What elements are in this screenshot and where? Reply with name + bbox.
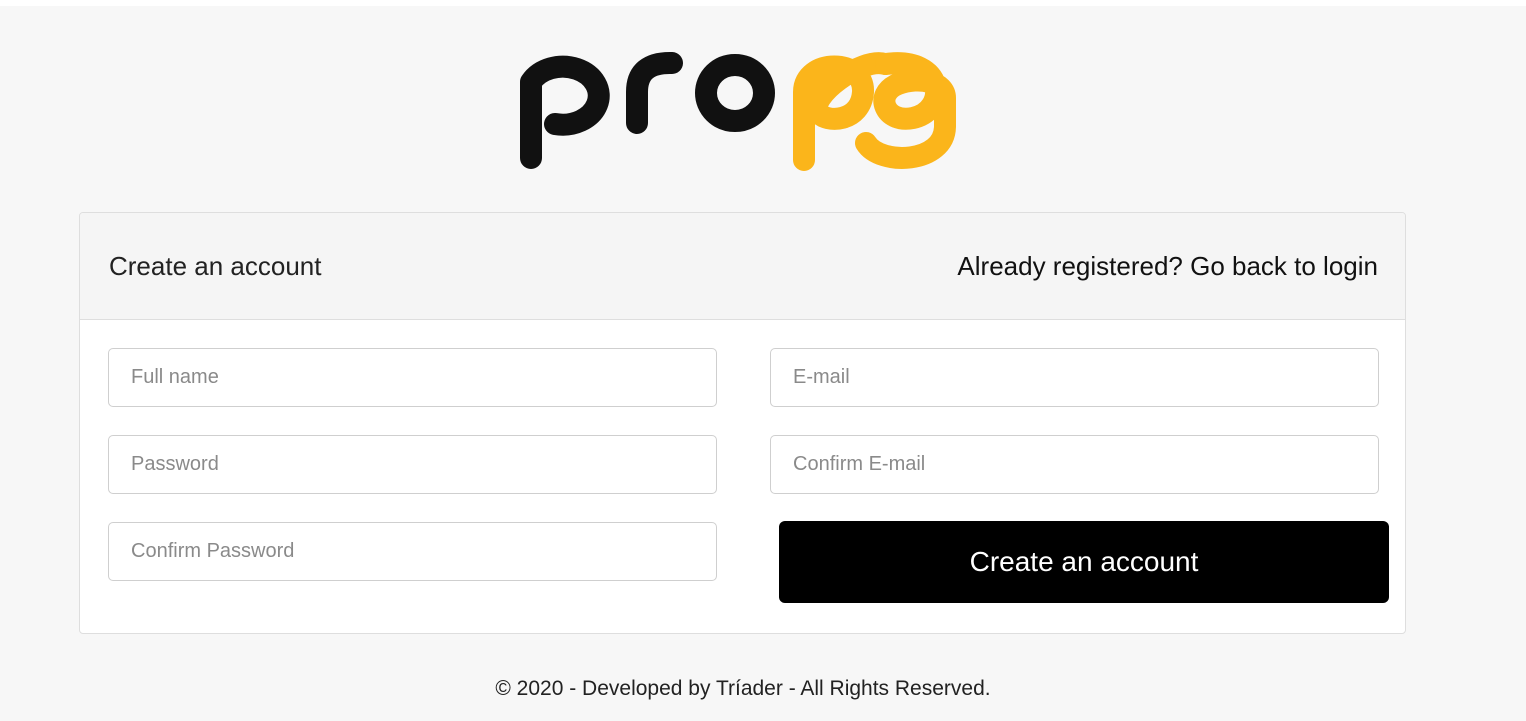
password-input[interactable] — [108, 435, 717, 494]
email-input[interactable] — [770, 348, 1379, 407]
footer: © 2020 - Developed by Tríader - All Righ… — [0, 677, 1486, 701]
logo-letter-g-yellow — [855, 52, 956, 169]
full-name-input[interactable] — [108, 348, 717, 407]
footer-rights: - All Rights Reserved. — [782, 677, 991, 700]
confirm-password-input[interactable] — [108, 522, 717, 581]
propg-logo — [515, 26, 965, 171]
card-header: Create an account Already registered? Go… — [80, 213, 1405, 320]
logo-letter-o — [695, 54, 775, 132]
propg-logo-graphic — [520, 52, 956, 171]
confirm-email-input[interactable] — [770, 435, 1379, 494]
back-to-login-link[interactable]: Already registered? Go back to login — [957, 251, 1378, 282]
footer-copyright: © 2020 - Developed by — [495, 677, 716, 700]
create-account-button[interactable]: Create an account — [779, 521, 1389, 603]
logo-letter-r — [626, 52, 683, 134]
top-strip — [0, 0, 1526, 6]
logo-letter-p — [520, 55, 610, 169]
register-card: Create an account Already registered? Go… — [79, 212, 1406, 634]
footer-developer-link[interactable]: Tríader — [716, 677, 783, 700]
page-title: Create an account — [109, 251, 322, 281]
